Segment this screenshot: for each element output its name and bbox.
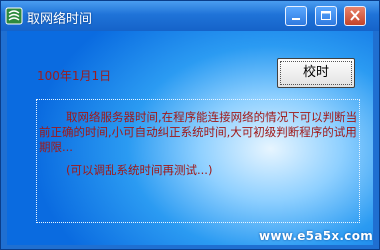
info-panel: 取网络服务器时间,在程序能连接网络的情况下可以判断当前正确的时间,小可自动纠正系…	[36, 99, 360, 223]
minimize-button[interactable]	[285, 6, 307, 26]
calibrate-time-button[interactable]: 校时	[277, 58, 355, 88]
maximize-button[interactable]	[315, 6, 337, 26]
close-button[interactable]	[344, 6, 366, 26]
date-label: 100年1月1日	[37, 69, 112, 83]
test-note: (可以调乱系统时间再测试...)	[66, 163, 213, 177]
client-area: 100年1月1日 校时 取网络服务器时间,在程序能连接网络的情况下可以判断当前正…	[7, 31, 373, 245]
maximize-icon	[321, 11, 331, 20]
window-title: 取网络时间	[27, 12, 93, 27]
title-bar[interactable]: 取网络时间	[1, 1, 379, 31]
watermark-text: www.e5a5x.com	[259, 229, 374, 243]
app-icon	[5, 7, 23, 25]
description-text: 取网络服务器时间,在程序能连接网络的情况下可以判断当前正确的时间,小可自动纠正系…	[39, 110, 358, 154]
minimize-icon	[292, 18, 300, 20]
close-icon	[350, 10, 360, 21]
app-window: 取网络时间 100年1月1日 校时 取网络服务器时间,在程序能连接网络的情况下可…	[0, 0, 380, 250]
